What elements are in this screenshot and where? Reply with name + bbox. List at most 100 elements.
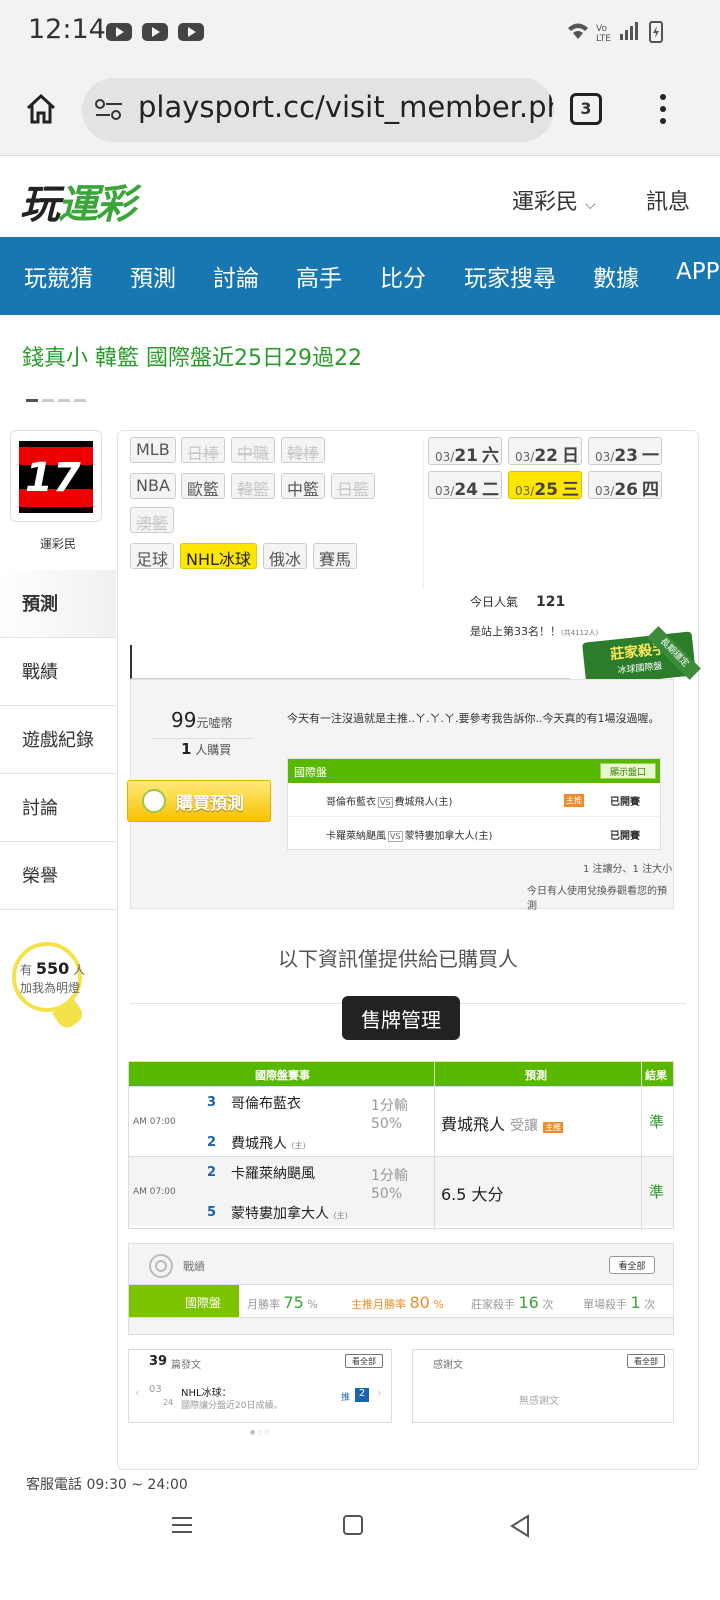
follow-count[interactable]: 有 550 人加我為明燈 xyxy=(20,960,85,997)
sport-tag[interactable]: 日籃 xyxy=(331,473,376,499)
game-row: 哥倫布藍衣 VS 費城飛人(主) 主推 已開賽 xyxy=(288,783,660,817)
record-label: 戰績 xyxy=(183,1260,205,1273)
address-bar[interactable]: playsport.cc/visit_member.ph xyxy=(82,78,554,142)
main-pick-badge: 主推 xyxy=(564,794,584,807)
sport-tag[interactable]: 日棒 xyxy=(181,437,226,463)
push-count: 2 xyxy=(355,1388,369,1402)
nav-item[interactable]: 玩家搜尋 xyxy=(464,259,556,293)
news-ticker[interactable]: 錢真小 韓籃 國際盤近25日29過22 xyxy=(22,340,362,372)
price: 99元噓幣 xyxy=(171,708,233,732)
youtube-icon xyxy=(106,23,132,41)
sport-tag[interactable]: 歐籃 xyxy=(181,473,226,499)
ticker-pagination[interactable] xyxy=(26,387,90,406)
status-bar: 12:14 Vo LTE xyxy=(0,0,720,60)
home-icon[interactable] xyxy=(24,92,58,126)
home-nav-icon[interactable] xyxy=(342,1514,364,1536)
games-table-header: 國際盤 顯示盤口 xyxy=(288,759,660,783)
youtube-icon xyxy=(142,23,168,41)
recents-icon[interactable] xyxy=(170,1514,194,1536)
sport-tag[interactable]: 足球 xyxy=(130,543,175,569)
game-row: 卡羅萊納颶風 VS 蒙特婁加拿大人(主) 已開賽 xyxy=(326,831,640,842)
prediction-header-line xyxy=(130,645,570,679)
record-panel: 戰績 看全部 國際盤 月勝率 75 % 主推月勝率 80 % 莊家殺手 16 次… xyxy=(128,1243,674,1335)
sport-tag[interactable]: 韓棒 xyxy=(281,437,326,463)
sport-tag[interactable]: 俄冰 xyxy=(263,543,308,569)
post-snippet[interactable]: 國際讓分盤近20日成績。 xyxy=(181,1398,282,1411)
record-stats: 國際盤 月勝率 75 % 主推月勝率 80 % 莊家殺手 16 次 單場殺手 1… xyxy=(129,1284,673,1318)
badge-manage-button[interactable]: 售牌管理 xyxy=(342,996,460,1040)
bet-summary: 1 注讓分、1 注大小 xyxy=(583,864,673,875)
view-all-posts-button[interactable]: 看全部 xyxy=(345,1354,383,1368)
table-row: AM 07:00 3 哥倫布藍衣 2 費城飛人 (主) 1分輸 50% 費城飛人 … xyxy=(129,1086,673,1156)
match-table: 國際盤賽事 預測 結果 AM 07:00 3 哥倫布藍衣 2 費城飛人 (主) … xyxy=(128,1061,674,1230)
nav-item[interactable]: 比分 xyxy=(380,259,426,293)
messages-link[interactable]: 訊息 xyxy=(646,184,690,216)
sport-tag[interactable]: 賽馬 xyxy=(313,543,358,569)
popularity: 今日人氣 121 xyxy=(470,594,566,610)
member-menu-label: 運彩民 xyxy=(512,190,579,215)
nav-item[interactable]: 數據 xyxy=(593,259,639,293)
sport-tag[interactable]: NHL冰球 xyxy=(180,543,257,569)
prediction-box: 99元噓幣 1 人購買 購買預測 今天有一注沒過就是主推..ㄚ.ㄚ.ㄚ.要參考我… xyxy=(127,679,674,912)
chevron-left-icon[interactable]: ‹ xyxy=(135,1386,140,1400)
post-label: 篇發文 xyxy=(171,1360,201,1371)
main-panel: MLB 日棒 中職 韓棒 NBA 歐籃 韓籃 中籃 日籃澳籃足球 NHL冰球 俄冰 賽馬 03/21 六… xyxy=(117,430,701,1470)
member-menu[interactable]: 運彩民 ⌵ xyxy=(512,184,596,216)
view-all-record-button[interactable]: 看全部 xyxy=(609,1256,655,1274)
tab-switcher-button[interactable]: 3 xyxy=(570,93,602,125)
nav-item[interactable]: 討論 xyxy=(213,259,259,293)
system-status-icons: Vo LTE xyxy=(568,21,663,44)
avatar-text: 17 xyxy=(25,455,81,501)
clock: 12:14 xyxy=(28,14,106,45)
nav-item[interactable]: 高手 xyxy=(296,259,342,293)
sport-tag[interactable]: 韓籃 xyxy=(231,473,276,499)
side-menu-game-log[interactable]: 遊戲紀錄 xyxy=(0,706,116,774)
side-menu-discussion[interactable]: 討論 xyxy=(0,774,116,842)
games-table: 國際盤 顯示盤口 哥倫布藍衣 VS 費城飛人(主) 主推 已開賽 卡羅萊納颶風 VS 蒙… xyxy=(287,758,661,850)
sport-tag[interactable]: 澳籃 xyxy=(130,507,175,533)
logo-text-accent: 運彩 xyxy=(58,182,136,228)
nav-item[interactable]: 玩競猜 xyxy=(24,259,93,293)
date-tab[interactable]: 03/23 一 xyxy=(588,437,662,466)
svg-text:LTE: LTE xyxy=(596,34,611,44)
nav-item[interactable]: APP xyxy=(676,259,719,285)
sport-tag[interactable]: 中職 xyxy=(231,437,276,463)
buy-prediction-button[interactable]: 購買預測 xyxy=(127,780,271,822)
date-tab[interactable]: 03/26 四 xyxy=(588,471,662,500)
coupon-note: 今日有人使用兌換券觀看您的預測 xyxy=(527,886,667,912)
show-odds-button[interactable]: 顯示盤口 xyxy=(600,763,656,779)
date-tab[interactable]: 03/24 二 xyxy=(428,471,502,500)
site-settings-icon[interactable] xyxy=(94,98,124,122)
buyer-count: 1 人購買 xyxy=(181,740,232,758)
post-title[interactable]: NHL冰球： xyxy=(181,1384,232,1399)
sport-tag[interactable]: NBA xyxy=(130,473,176,499)
logo-text: 玩 xyxy=(20,182,60,228)
sport-tag[interactable]: MLB xyxy=(130,437,176,463)
match-table-header: 國際盤賽事 預測 結果 xyxy=(129,1062,673,1086)
url-text[interactable]: playsport.cc/visit_member.ph xyxy=(138,90,554,124)
avatar[interactable]: 17 xyxy=(10,430,102,522)
browser-toolbar: playsport.cc/visit_member.ph 3 xyxy=(0,60,720,156)
rank-text: 是站上第33名！！(共4112人) xyxy=(470,625,599,638)
back-icon[interactable] xyxy=(508,1514,532,1538)
system-nav-bar xyxy=(0,1490,720,1600)
side-menu-honors[interactable]: 榮譽 xyxy=(0,842,116,910)
chevron-down-icon: ⌵ xyxy=(585,197,596,213)
date-tab[interactable]: 03/22 日 xyxy=(508,437,582,466)
date-tab[interactable]: 03/25 三 xyxy=(508,471,582,500)
side-menu-predictions[interactable]: 預測 xyxy=(0,570,116,638)
youtube-icon xyxy=(178,23,204,41)
site-logo[interactable]: 玩運彩 xyxy=(20,172,136,230)
date-tab[interactable]: 03/21 六 xyxy=(428,437,502,466)
chevron-right-icon[interactable]: › xyxy=(377,1386,382,1400)
record-market: 國際盤 xyxy=(129,1285,239,1317)
side-menu-record[interactable]: 戰績 xyxy=(0,638,116,706)
thanks-panel: 感謝文 看全部 無感謝文 xyxy=(412,1349,674,1423)
sport-tag[interactable]: 中籃 xyxy=(281,473,326,499)
username: 運彩民 xyxy=(40,537,77,551)
nav-item[interactable]: 預測 xyxy=(130,259,176,293)
view-all-thanks-button[interactable]: 看全部 xyxy=(627,1354,665,1368)
more-options-icon[interactable] xyxy=(660,94,668,128)
prediction-description: 今天有一注沒過就是主推..ㄚ.ㄚ.ㄚ.要參考我告訴你..今天真的有1場沒過喔。 xyxy=(287,712,660,725)
posts-pagination[interactable]: ● ○ ○ xyxy=(250,1429,270,1436)
